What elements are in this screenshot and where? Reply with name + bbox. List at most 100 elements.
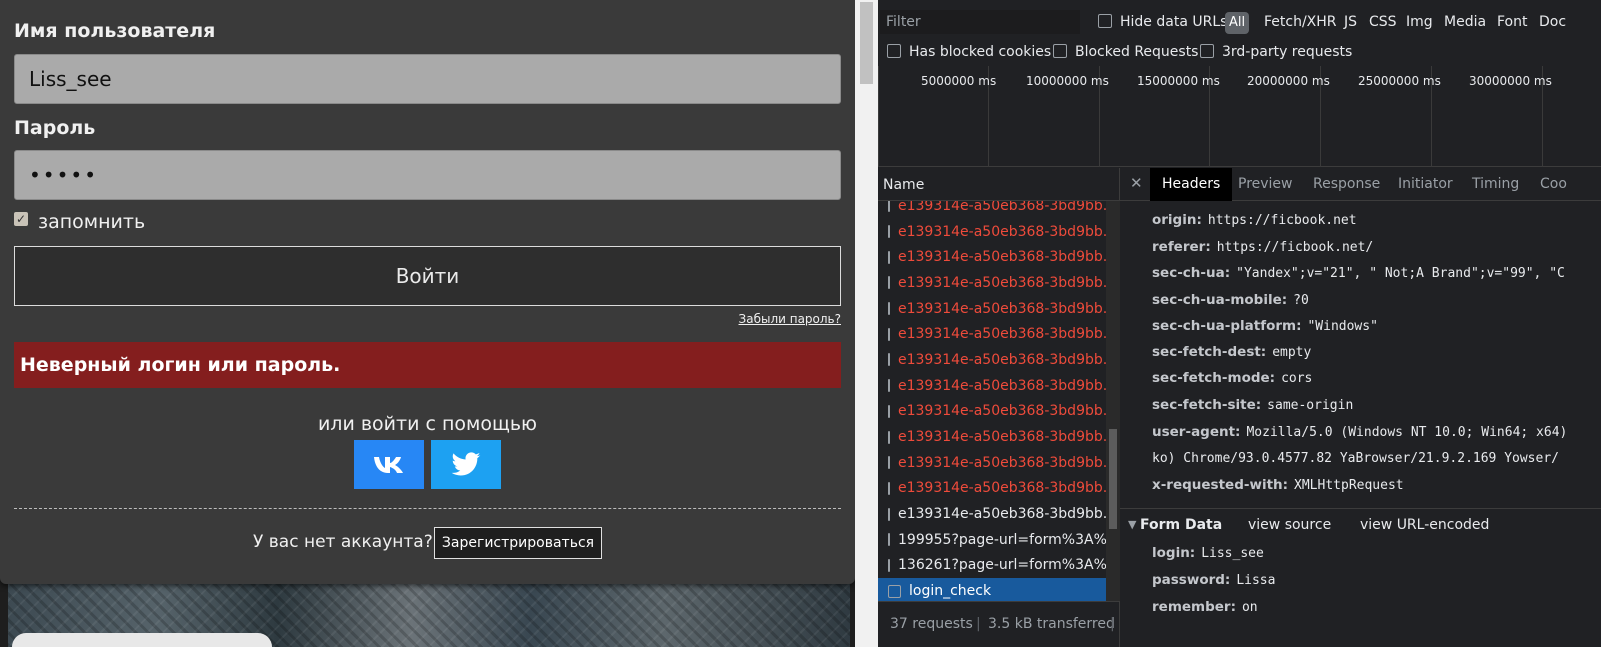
request-row[interactable]: e139314e-a50eb368-3bd9bb...: [878, 476, 1106, 502]
checkbox-icon: [888, 201, 890, 213]
request-name: e139314e-a50eb368-3bd9bb...: [898, 403, 1106, 420]
checkbox-icon: [888, 584, 901, 598]
request-name: e139314e-a50eb368-3bd9bb...: [898, 429, 1106, 446]
request-row[interactable]: e139314e-a50eb368-3bd9bb...: [878, 373, 1106, 399]
error-banner: Неверный логин или пароль.: [14, 342, 841, 388]
blocked-requests-label: Blocked Requests: [1075, 44, 1199, 60]
header-value: cors: [1281, 371, 1313, 386]
filter-toolbar: Filter Hide data URLs All Fetch/XHR JS C…: [878, 8, 1601, 36]
password-input[interactable]: •••••: [14, 150, 841, 200]
type-filter-css[interactable]: CSS: [1369, 14, 1397, 30]
page-scrollbar[interactable]: [855, 0, 878, 647]
view-source-link[interactable]: view source: [1248, 517, 1331, 533]
request-name: e139314e-a50eb368-3bd9bb...: [898, 506, 1106, 523]
form-data-section-header[interactable]: ▼ Form Data view source view URL-encoded: [1120, 508, 1601, 540]
vk-login-button[interactable]: [354, 440, 424, 489]
request-list-scrollbar[interactable]: [1106, 201, 1120, 601]
request-row[interactable]: 199955?page-url=form%3A%...: [878, 527, 1106, 553]
request-name: login_check: [909, 583, 992, 600]
header-value: https://ficbook.net/: [1216, 240, 1374, 255]
blocked-requests-toggle[interactable]: Blocked Requests: [1053, 44, 1198, 60]
type-filter-js[interactable]: JS: [1344, 14, 1357, 30]
remember-checkbox[interactable]: ✓: [14, 212, 28, 226]
request-header-row: x-requested-with: XMLHttpRequest: [1152, 477, 1404, 493]
checkbox-icon: [888, 225, 890, 239]
checkbox-icon: [888, 302, 890, 316]
username-input[interactable]: Liss_see: [14, 54, 841, 104]
hide-data-urls-label: Hide data URLs: [1120, 14, 1228, 30]
request-name: e139314e-a50eb368-3bd9bb...: [898, 223, 1106, 240]
request-row[interactable]: e139314e-a50eb368-3bd9bb...: [878, 244, 1106, 270]
has-blocked-cookies-toggle[interactable]: Has blocked cookies: [887, 44, 1051, 60]
type-filter-img[interactable]: Img: [1406, 14, 1433, 30]
close-icon[interactable]: ✕: [1130, 174, 1143, 192]
request-header-row: ko) Chrome/93.0.4577.82 YaBrowser/21.9.2…: [1152, 450, 1559, 466]
twitter-login-button[interactable]: [431, 440, 501, 489]
header-key: user-agent:: [1152, 424, 1241, 440]
request-row[interactable]: login_check: [878, 578, 1106, 601]
tab-preview[interactable]: Preview: [1238, 176, 1293, 192]
type-filter-media[interactable]: Media: [1444, 14, 1486, 30]
hide-data-urls-toggle[interactable]: Hide data URLs: [1098, 14, 1227, 30]
request-row[interactable]: 136261?page-url=form%3A%...: [878, 553, 1106, 579]
request-list-panel: Name e139314e-a50eb368-3bd9bb... e139314e…: [878, 168, 1120, 647]
request-detail-panel: ✕ Headers Preview Response Initiator Tim…: [1120, 168, 1601, 647]
view-url-encoded-link[interactable]: view URL-encoded: [1360, 517, 1489, 533]
form-data-row: login: Liss_see: [1152, 545, 1264, 561]
request-row[interactable]: e139314e-a50eb368-3bd9bb...: [878, 219, 1106, 245]
form-data-key: remember:: [1152, 599, 1236, 615]
timeline-overview[interactable]: 5000000 ms 10000000 ms 15000000 ms 20000…: [878, 66, 1601, 167]
form-data-value: Lissa: [1236, 573, 1276, 588]
tab-response[interactable]: Response: [1313, 176, 1380, 192]
tab-initiator[interactable]: Initiator: [1398, 176, 1453, 192]
login-button[interactable]: Войти: [14, 246, 841, 306]
third-party-label: 3rd-party requests: [1222, 44, 1353, 60]
twitter-icon: [451, 451, 481, 476]
third-party-toggle[interactable]: 3rd-party requests: [1200, 44, 1352, 60]
request-row[interactable]: e139314e-a50eb368-3bd9bb...: [878, 347, 1106, 373]
request-name: 136261?page-url=form%3A%...: [898, 557, 1106, 574]
checkbox-icon: [1098, 14, 1112, 28]
name-column-header[interactable]: Name: [878, 168, 1120, 201]
filter-input[interactable]: Filter: [880, 10, 1080, 34]
header-key: x-requested-with:: [1152, 477, 1289, 493]
request-row[interactable]: e139314e-a50eb368-3bd9bb...: [878, 296, 1106, 322]
form-data-row: remember: on: [1152, 599, 1258, 615]
request-name: e139314e-a50eb368-3bd9bb...: [898, 377, 1106, 394]
header-value: ko) Chrome/93.0.4577.82 YaBrowser/21.9.2…: [1152, 451, 1559, 466]
tab-headers[interactable]: Headers: [1150, 168, 1233, 201]
request-name: e139314e-a50eb368-3bd9bb...: [898, 480, 1106, 497]
request-row[interactable]: e139314e-a50eb368-3bd9bb...: [878, 450, 1106, 476]
request-header-row: sec-fetch-site: same-origin: [1152, 397, 1353, 413]
header-value: "Yandex";v="21", " Not;A Brand";v="99", …: [1236, 266, 1565, 281]
form-data-key: login:: [1152, 545, 1196, 561]
request-name: e139314e-a50eb368-3bd9bb...: [898, 454, 1106, 471]
expand-triangle-icon[interactable]: ▼: [1128, 518, 1136, 531]
header-key: sec-ch-ua-mobile:: [1152, 292, 1288, 308]
request-row[interactable]: e139314e-a50eb368-3bd9bb...: [878, 399, 1106, 425]
forgot-password-link[interactable]: Забыли пароль?: [739, 312, 841, 326]
request-row[interactable]: e139314e-a50eb368-3bd9bb...: [878, 201, 1106, 219]
password-label: Пароль: [14, 117, 96, 139]
request-list-scrollbar-thumb[interactable]: [1109, 429, 1117, 529]
register-button[interactable]: Зарегистрироваться: [434, 527, 602, 559]
type-filter-doc[interactable]: Doc: [1539, 14, 1566, 30]
request-name: e139314e-a50eb368-3bd9bb...: [898, 274, 1106, 291]
checkbox-icon: [888, 353, 890, 367]
type-filter-all[interactable]: All: [1225, 12, 1249, 34]
filter-options-row: Has blocked cookies Blocked Requests 3rd…: [878, 38, 1601, 66]
type-filter-font[interactable]: Font: [1497, 14, 1527, 30]
tab-cookies[interactable]: Coo: [1540, 176, 1567, 192]
tab-timing[interactable]: Timing: [1472, 176, 1519, 192]
request-row[interactable]: e139314e-a50eb368-3bd9bb...: [878, 424, 1106, 450]
checkbox-icon: [1200, 44, 1214, 58]
type-filter-fetch-xhr[interactable]: Fetch/XHR: [1264, 14, 1337, 30]
checkbox-icon: [888, 533, 890, 547]
request-row[interactable]: e139314e-a50eb368-3bd9bb...: [878, 270, 1106, 296]
checkbox-icon: [888, 456, 890, 470]
request-row[interactable]: e139314e-a50eb368-3bd9bb...: [878, 321, 1106, 347]
page-scrollbar-thumb[interactable]: [860, 2, 873, 84]
request-row[interactable]: e139314e-a50eb368-3bd9bb...: [878, 501, 1106, 527]
checkbox-icon: [888, 404, 890, 418]
timeline-tick-label: 30000000 ms: [1469, 74, 1552, 88]
